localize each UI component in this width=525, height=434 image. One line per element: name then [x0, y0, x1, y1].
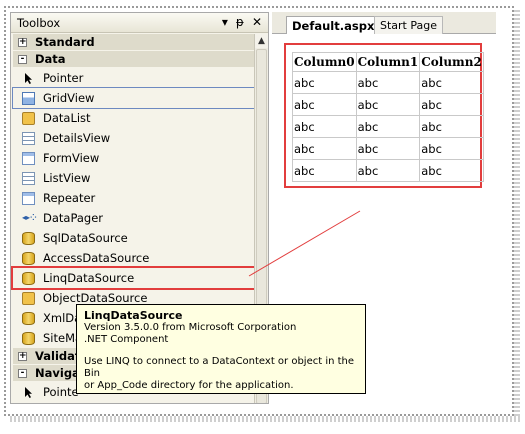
linqdatasource-icon [22, 272, 35, 285]
toolbox-item-accessdatasource[interactable]: AccessDataSource [13, 248, 256, 268]
column-header: Column1 [355, 52, 421, 72]
tab-start-page[interactable]: Start Page [374, 16, 443, 34]
table-row: abc abc abc [292, 159, 484, 182]
repeater-icon [22, 192, 35, 205]
collapse-icon[interactable]: - [18, 369, 27, 378]
table-row: abc abc abc [292, 71, 484, 94]
table-cell: abc [355, 159, 421, 182]
datapager-icon: ◂▸⁘ [22, 213, 37, 222]
table-cell: abc [292, 71, 357, 94]
column-header: Column2 [419, 52, 484, 72]
detailsview-icon [22, 132, 35, 145]
table-cell: abc [292, 115, 357, 138]
item-label: AccessDataSource [43, 251, 150, 265]
column-header: Column0 [292, 52, 357, 72]
toolbox-item-linqdatasource[interactable]: LinqDataSource [11, 266, 258, 290]
group-standard[interactable]: + Standard [13, 34, 256, 51]
toolbox-title-icons: ▾ ᵽ ✕ [222, 15, 262, 29]
close-icon[interactable]: ✕ [252, 15, 262, 29]
gridview-icon [22, 92, 35, 105]
tooltip-description-cont: or App_Code directory for the applicatio… [84, 380, 294, 391]
tooltip: LinqDataSource Version 3.5.0.0 from Micr… [76, 304, 366, 394]
group-label: Standard [35, 35, 95, 49]
item-label: ListView [43, 171, 91, 185]
table-cell: abc [355, 93, 421, 116]
toolbox-item-datapager[interactable]: ◂▸⁘ DataPager [13, 208, 256, 228]
table-cell: abc [419, 71, 484, 94]
table-cell: abc [419, 93, 484, 116]
item-label: DetailsView [43, 131, 111, 145]
document-tabs: Default.aspx* Start Page [272, 12, 496, 34]
table-cell: abc [419, 115, 484, 138]
table-cell: abc [419, 159, 484, 182]
item-label: SqlDataSource [43, 231, 128, 245]
table-row: abc abc abc [292, 115, 484, 138]
pointer-icon [25, 73, 32, 84]
item-label: DataPager [43, 211, 104, 225]
item-label: ObjectDataSource [43, 291, 148, 305]
table-cell: abc [292, 93, 357, 116]
toolbox-item-listview[interactable]: ListView [13, 168, 256, 188]
group-data[interactable]: - Data [13, 51, 256, 68]
tab-default-aspx[interactable]: Default.aspx* [286, 16, 387, 34]
pointer-icon [25, 387, 32, 398]
table-cell: abc [292, 159, 357, 182]
frame-shadow-bottom [10, 416, 520, 422]
item-label: GridView [43, 91, 95, 105]
toolbox-item-sqldatasource[interactable]: SqlDataSource [13, 228, 256, 248]
table-row: abc abc abc [292, 93, 484, 116]
scroll-up-icon[interactable]: ▲ [255, 34, 268, 48]
window-position-icon[interactable]: ▾ [222, 15, 228, 29]
tooltip-description: Use LINQ to connect to a DataContext or … [84, 356, 355, 379]
gridview-control[interactable]: Column0 Column1 Column2 abc abc abc abc … [284, 43, 484, 188]
tooltip-title: LinqDataSource [84, 309, 183, 322]
item-label: LinqDataSource [43, 271, 135, 285]
group-label: Naviga [35, 366, 80, 380]
item-label: Pointe [43, 385, 79, 399]
datalist-icon [22, 112, 35, 125]
toolbox-title: Toolbox [17, 16, 61, 30]
xmldatasource-icon [22, 312, 35, 325]
table-row: abc abc abc [292, 137, 484, 160]
item-label: DataList [43, 111, 91, 125]
toolbox-item-datalist[interactable]: DataList [13, 108, 256, 128]
expand-icon[interactable]: + [18, 352, 27, 361]
sqldatasource-icon [22, 232, 35, 245]
tooltip-spacer [84, 346, 358, 356]
pin-icon[interactable]: ᵽ [236, 15, 244, 29]
table-header-row: Column0 Column1 Column2 [292, 52, 484, 72]
tooltip-version: Version 3.5.0.0 from Microsoft Corporati… [84, 322, 297, 333]
toolbox-item-detailsview[interactable]: DetailsView [13, 128, 256, 148]
accessdatasource-icon [22, 252, 35, 265]
collapse-icon[interactable]: - [18, 55, 27, 64]
tooltip-component: .NET Component [84, 334, 169, 345]
item-label: Repeater [43, 191, 96, 205]
frame-shadow-right [514, 10, 520, 420]
table-cell: abc [355, 137, 421, 160]
table-cell: abc [355, 115, 421, 138]
toolbox-titlebar: Toolbox ▾ ᵽ ✕ [11, 13, 268, 33]
sitemapdatasource-icon [22, 332, 35, 345]
table-cell: abc [355, 71, 421, 94]
toolbox-item-pointer[interactable]: Pointer [13, 68, 256, 88]
item-label: FormView [43, 151, 100, 165]
group-label: Data [35, 52, 66, 66]
gridview-table: Column0 Column1 Column2 abc abc abc abc … [292, 52, 484, 182]
formview-icon [22, 152, 35, 165]
table-cell: abc [292, 137, 357, 160]
item-label: Pointer [43, 71, 84, 85]
listview-icon [22, 172, 35, 185]
toolbox-item-formview[interactable]: FormView [13, 148, 256, 168]
toolbox-item-repeater[interactable]: Repeater [13, 188, 256, 208]
objectdatasource-icon [22, 292, 35, 305]
expand-icon[interactable]: + [18, 38, 27, 47]
table-cell: abc [419, 137, 484, 160]
toolbox-item-gridview[interactable]: GridView [12, 87, 257, 109]
